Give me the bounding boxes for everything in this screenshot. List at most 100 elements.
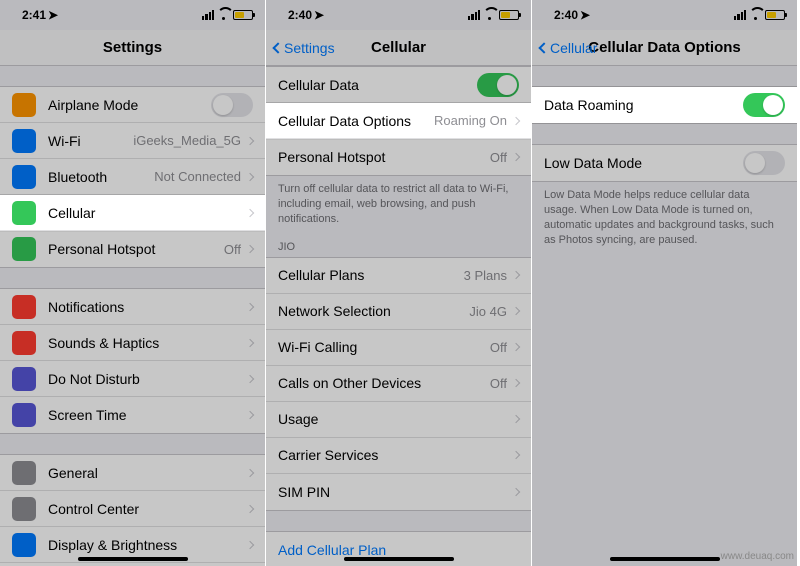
status-bar: 2:40➤ <box>532 0 797 30</box>
toggle[interactable] <box>211 93 253 117</box>
cellular-screen: 2:40➤ Settings Cellular Cellular DataCel… <box>266 0 532 566</box>
row-label: Cellular <box>48 205 241 221</box>
chevron-right-icon <box>246 302 254 310</box>
row-label: Network Selection <box>278 303 469 319</box>
list-item[interactable]: Screen Time <box>0 397 265 433</box>
row-label: Cellular Data Options <box>278 113 434 129</box>
header: Settings <box>0 30 265 66</box>
list-item[interactable]: Usage <box>266 402 531 438</box>
list-item[interactable]: Wi-FiiGeeks_Media_5G <box>0 123 265 159</box>
data-roaming-row[interactable]: Data Roaming <box>532 87 797 123</box>
watermark: www.deuaq.com <box>721 551 794 562</box>
row-value: 3 Plans <box>464 268 507 283</box>
location-icon: ➤ <box>314 8 324 22</box>
cellular-data-options-screen: 2:40➤ Cellular Cellular Data Options Dat… <box>532 0 798 566</box>
row-label: Display & Brightness <box>48 537 241 553</box>
list-item[interactable]: Control Center <box>0 491 265 527</box>
chevron-right-icon <box>512 451 520 459</box>
row-label: Wi-Fi Calling <box>278 339 490 355</box>
chevron-right-icon <box>246 468 254 476</box>
list-item[interactable]: Do Not Disturb <box>0 361 265 397</box>
row-label: Calls on Other Devices <box>278 375 490 391</box>
signal-icon <box>734 10 746 20</box>
chevron-right-icon <box>246 338 254 346</box>
cellular-note: Turn off cellular data to restrict all d… <box>266 176 531 227</box>
list-item[interactable]: Cellular Data OptionsRoaming On <box>266 103 531 139</box>
back-button[interactable]: Cellular <box>540 40 597 56</box>
row-value: Off <box>224 242 241 257</box>
list-item[interactable]: Cellular Plans3 Plans <box>266 258 531 294</box>
row-label: Notifications <box>48 299 241 315</box>
chevron-right-icon <box>512 415 520 423</box>
row-label: Personal Hotspot <box>278 149 490 165</box>
airplane-icon <box>12 93 36 117</box>
battery-icon <box>233 10 253 20</box>
row-label: Usage <box>278 411 507 427</box>
row-label: Screen Time <box>48 407 241 423</box>
row-value: Jio 4G <box>469 304 507 319</box>
wifi-status-icon <box>217 10 230 20</box>
notifications-icon <box>12 295 36 319</box>
list-item[interactable]: Notifications <box>0 289 265 325</box>
display-icon <box>12 533 36 557</box>
cellular-icon <box>12 201 36 225</box>
page-title: Settings <box>103 39 162 56</box>
chevron-right-icon <box>246 411 254 419</box>
list-item[interactable]: General <box>0 455 265 491</box>
row-label: Carrier Services <box>278 447 507 463</box>
settings-screen: 2:41➤ Settings Airplane Mode Wi-FiiGeeks_… <box>0 0 266 566</box>
low-data-mode-toggle[interactable] <box>743 151 785 175</box>
list-item[interactable]: Calls on Other DevicesOff <box>266 366 531 402</box>
status-bar: 2:40➤ <box>266 0 531 30</box>
chevron-right-icon <box>512 487 520 495</box>
dnd-icon <box>12 367 36 391</box>
chevron-right-icon <box>246 374 254 382</box>
list-item[interactable]: SIM PIN <box>266 474 531 510</box>
signal-icon <box>202 10 214 20</box>
carrier-header: JIO <box>266 227 531 257</box>
row-value: Roaming On <box>434 113 507 128</box>
chevron-right-icon <box>512 379 520 387</box>
list-item[interactable]: Sounds & Haptics <box>0 325 265 361</box>
header: Cellular Cellular Data Options <box>532 30 797 66</box>
chevron-left-icon <box>538 42 549 53</box>
chevron-right-icon <box>512 343 520 351</box>
list-item[interactable]: Wi-Fi CallingOff <box>266 330 531 366</box>
screentime-icon <box>12 403 36 427</box>
chevron-right-icon <box>246 172 254 180</box>
chevron-left-icon <box>272 42 283 53</box>
time: 2:40 <box>288 8 312 22</box>
list-item[interactable]: Cellular Data <box>266 67 531 103</box>
row-label: Cellular Plans <box>278 267 464 283</box>
sounds-icon <box>12 331 36 355</box>
list-item[interactable]: Personal HotspotOff <box>266 139 531 175</box>
chevron-right-icon <box>512 307 520 315</box>
list-item[interactable]: Carrier Services <box>266 438 531 474</box>
row-label: Airplane Mode <box>48 97 211 113</box>
data-roaming-toggle[interactable] <box>743 93 785 117</box>
row-value: Off <box>490 150 507 165</box>
low-data-note: Low Data Mode helps reduce cellular data… <box>532 182 797 247</box>
home-indicator[interactable] <box>344 557 454 561</box>
row-value: Off <box>490 340 507 355</box>
row-value: Off <box>490 376 507 391</box>
list-item[interactable]: Airplane Mode <box>0 87 265 123</box>
time: 2:41 <box>22 8 46 22</box>
home-indicator[interactable] <box>78 557 188 561</box>
row-label: Control Center <box>48 501 241 517</box>
back-button[interactable]: Settings <box>274 40 335 56</box>
list-item[interactable]: Network SelectionJio 4G <box>266 294 531 330</box>
list-item[interactable]: Personal HotspotOff <box>0 231 265 267</box>
location-icon: ➤ <box>48 8 58 22</box>
chevron-right-icon <box>246 504 254 512</box>
low-data-mode-row[interactable]: Low Data Mode <box>532 145 797 181</box>
wifi-status-icon <box>483 10 496 20</box>
toggle[interactable] <box>477 73 519 97</box>
hotspot-icon <box>12 237 36 261</box>
list-item[interactable]: BluetoothNot Connected <box>0 159 265 195</box>
page-title: Cellular Data Options <box>588 39 741 56</box>
signal-icon <box>468 10 480 20</box>
status-bar: 2:41➤ <box>0 0 265 30</box>
home-indicator[interactable] <box>610 557 720 561</box>
list-item[interactable]: Cellular <box>0 195 265 231</box>
